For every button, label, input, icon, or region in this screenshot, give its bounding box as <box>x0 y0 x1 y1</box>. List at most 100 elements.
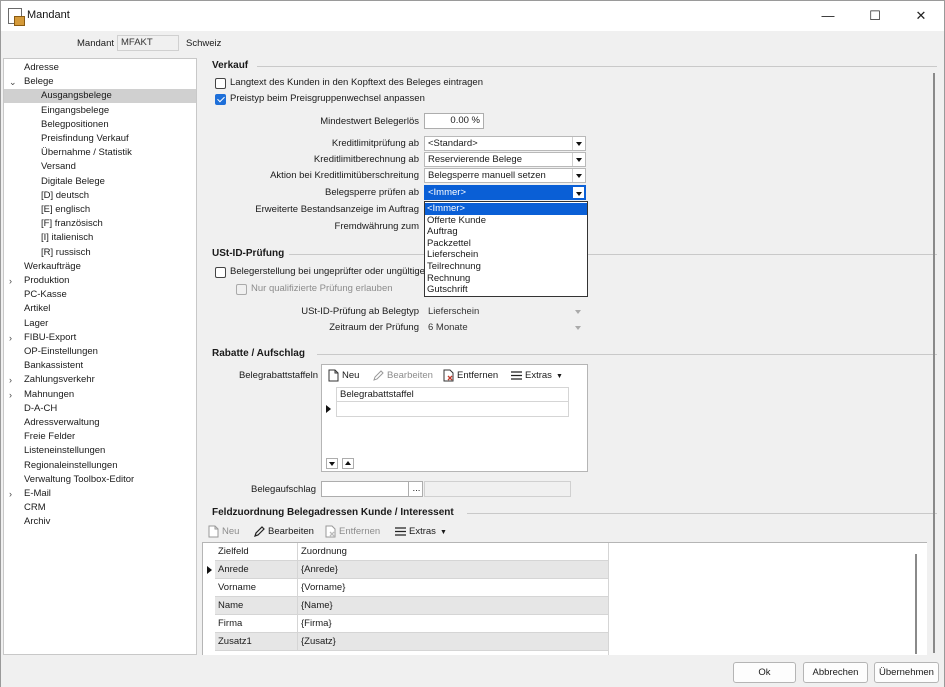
tree-item[interactable]: Archiv <box>4 515 196 529</box>
kreditlimitpruefung-select[interactable]: <Standard> <box>424 136 586 151</box>
tree-item[interactable]: Werkaufträge <box>4 260 196 274</box>
tree-item[interactable]: › Produktion <box>4 274 196 288</box>
dropdown-option[interactable]: Gutschrift <box>425 284 587 296</box>
tree-item[interactable]: Regionaleinstellungen <box>4 459 196 473</box>
feld-neu-button[interactable]: Neu <box>207 525 239 539</box>
dropdown-option[interactable]: <Immer> <box>425 203 587 215</box>
chevron-right-icon[interactable]: › <box>9 388 12 402</box>
tree-item[interactable]: › E-Mail <box>4 487 196 501</box>
tree-item[interactable]: [R] russisch <box>4 246 196 260</box>
feld-entfernen-button[interactable]: Entfernen <box>324 525 380 539</box>
aktion-select[interactable]: Belegsperre manuell setzen <box>424 168 586 183</box>
tree-item[interactable]: Lager <box>4 317 196 331</box>
table-cell[interactable]: {Anrede} <box>298 561 609 579</box>
table-cell[interactable]: {Vorname} <box>298 579 609 597</box>
move-down-button[interactable] <box>326 458 338 469</box>
tree-item[interactable]: Adresse <box>4 61 196 75</box>
tree-item[interactable]: Belegpositionen <box>4 118 196 132</box>
belegsperre-select[interactable]: <Immer> <box>424 185 586 200</box>
dropdown-option[interactable]: Packzettel <box>425 238 587 250</box>
dropdown-option[interactable]: Teilrechnung <box>425 261 587 273</box>
chevron-right-icon[interactable]: › <box>9 373 12 387</box>
cancel-button[interactable]: Abbrechen <box>803 662 868 683</box>
tree-item[interactable]: › Zahlungsverkehr <box>4 373 196 387</box>
zeitraum-select[interactable]: 6 Monate <box>424 320 586 335</box>
aufschlag-browse-button[interactable]: ... <box>408 481 423 497</box>
tree-item[interactable]: CRM <box>4 501 196 515</box>
tree-item[interactable]: Eingangsbelege <box>4 104 196 118</box>
chevron-down-icon[interactable]: ⌄ <box>9 75 17 89</box>
close-button[interactable]: ✕ <box>898 1 944 31</box>
staffeln-entfernen-button[interactable]: Entfernen <box>442 369 498 383</box>
tree-item[interactable]: Verwaltung Toolbox-Editor <box>4 473 196 487</box>
column-header[interactable]: Zuordnung <box>298 543 609 561</box>
tree-item-label: [I] italienisch <box>41 232 94 244</box>
content-scrollbar[interactable] <box>933 73 935 653</box>
mindestwert-input[interactable]: 0.00 % <box>424 113 484 129</box>
dropdown-option[interactable]: Rechnung <box>425 273 587 285</box>
grid-scrollbar[interactable] <box>915 554 917 654</box>
tree-item[interactable]: › Mahnungen <box>4 388 196 402</box>
tree-item-label: Adresse <box>24 62 59 73</box>
dropdown-option[interactable]: Lieferschein <box>425 249 587 261</box>
tree-item[interactable]: Preisfindung Verkauf <box>4 132 196 146</box>
tree-item[interactable]: Bankassistent <box>4 359 196 373</box>
dropdown-option[interactable]: Offerte Kunde <box>425 215 587 227</box>
table-cell[interactable]: Name <box>215 597 298 615</box>
feld-extras-button[interactable]: Extras ▼ <box>394 525 447 539</box>
preistyp-checkbox[interactable] <box>215 94 226 105</box>
tree-item[interactable]: Digitale Belege <box>4 175 196 189</box>
dropdown-option[interactable]: Auftrag <box>425 226 587 238</box>
table-cell[interactable]: {Firma} <box>298 615 609 633</box>
chevron-down-icon <box>572 169 585 182</box>
tree-item[interactable]: [I] italienisch <box>4 231 196 245</box>
minimize-button[interactable]: — <box>805 1 851 31</box>
chevron-right-icon[interactable]: › <box>9 331 12 345</box>
staffeln-row[interactable] <box>336 402 569 417</box>
tree-item[interactable]: PC-Kasse <box>4 288 196 302</box>
table-cell[interactable]: {Name} <box>298 597 609 615</box>
tree-item[interactable]: OP-Einstellungen <box>4 345 196 359</box>
qualifiziert-checkbox[interactable] <box>236 284 247 295</box>
tree-item[interactable]: › FIBU-Export <box>4 331 196 345</box>
zeitraum-value: 6 Monate <box>428 322 468 333</box>
tree-item[interactable]: Freie Felder <box>4 430 196 444</box>
tree-item-label: Verwaltung Toolbox-Editor <box>24 473 135 485</box>
belegtyp-select[interactable]: Lieferschein <box>424 304 586 319</box>
move-up-button[interactable] <box>342 458 354 469</box>
tree-item[interactable]: [E] englisch <box>4 203 196 217</box>
table-cell[interactable]: Firma <box>215 615 298 633</box>
kreditlimitberechnung-select[interactable]: Reservierende Belege <box>424 152 586 167</box>
tree-item[interactable]: Adressverwaltung <box>4 416 196 430</box>
tree-item[interactable]: [F] französisch <box>4 217 196 231</box>
tree-item[interactable]: Ausgangsbelege <box>4 89 196 104</box>
maximize-button[interactable]: ☐ <box>852 1 898 31</box>
verkauf-title: Verkauf <box>212 60 249 71</box>
tree-item[interactable]: Artikel <box>4 302 196 316</box>
belegerstellung-checkbox[interactable] <box>215 267 226 278</box>
tree-item[interactable]: Listeneinstellungen <box>4 444 196 458</box>
tree-item-label: Preisfindung Verkauf <box>41 133 129 144</box>
tree-item[interactable]: D-A-CH <box>4 402 196 416</box>
feld-bearbeiten-button[interactable]: Bearbeiten <box>253 525 314 539</box>
tree-item[interactable]: Übernahme / Statistik <box>4 146 196 160</box>
tree-item[interactable]: ⌄ Belege <box>4 75 196 89</box>
table-cell[interactable]: {Zusatz} <box>298 633 609 651</box>
apply-button[interactable]: Übernehmen <box>874 662 939 683</box>
ok-button[interactable]: Ok <box>733 662 796 683</box>
chevron-right-icon[interactable]: › <box>9 274 12 288</box>
column-header[interactable]: Zielfeld <box>215 543 298 561</box>
table-row[interactable] <box>215 651 609 655</box>
langtext-checkbox[interactable] <box>215 78 226 89</box>
staffeln-bearbeiten-button[interactable]: Bearbeiten <box>372 369 433 383</box>
tree-item[interactable]: Versand <box>4 160 196 174</box>
staffeln-extras-button[interactable]: Extras ▼ <box>510 369 563 383</box>
tree-item-label: Produktion <box>24 275 70 286</box>
table-cell[interactable]: Anrede <box>215 561 298 579</box>
table-cell[interactable]: Zusatz1 <box>215 633 298 651</box>
table-cell[interactable]: Vorname <box>215 579 298 597</box>
aufschlag-input[interactable] <box>321 481 409 497</box>
tree-item[interactable]: [D] deutsch <box>4 189 196 203</box>
staffeln-neu-button[interactable]: Neu <box>327 369 359 383</box>
chevron-right-icon[interactable]: › <box>9 487 12 501</box>
